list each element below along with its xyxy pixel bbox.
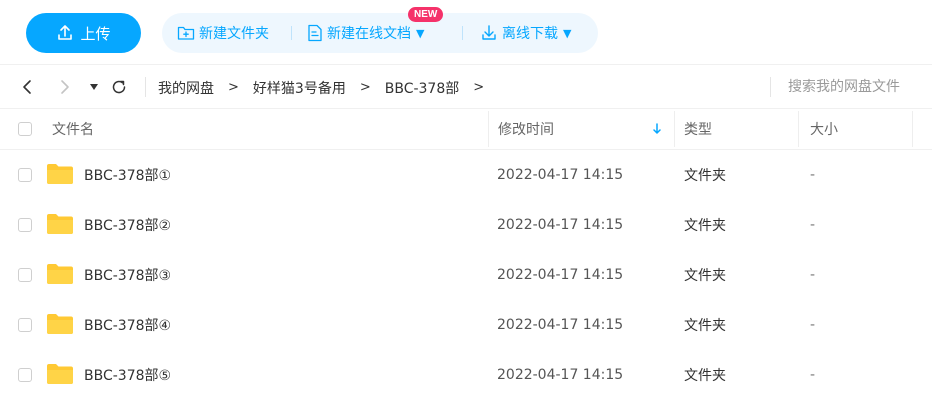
modified-time: 2022-04-17 14:15 — [497, 267, 624, 283]
select-all-checkbox[interactable] — [18, 122, 32, 136]
sort-button[interactable] — [652, 109, 662, 149]
breadcrumb-item[interactable]: 好样猫3号备用 — [253, 78, 346, 98]
file-name[interactable]: BBC-378部③ — [84, 250, 171, 300]
breadcrumb: 我的网盘 > 好样猫3号备用 > BBC-378部 > — [158, 65, 498, 110]
breadcrumb-item[interactable]: 我的网盘 — [158, 78, 214, 98]
caret-down-icon: ▼ — [563, 26, 572, 40]
table-row[interactable]: BBC-378部③ 2022-04-17 14:15 文件夹 - — [0, 250, 932, 300]
breadcrumb-separator-icon: > — [228, 80, 239, 95]
online-doc-icon — [308, 24, 322, 42]
row-checkbox[interactable] — [18, 318, 32, 332]
search-input[interactable] — [780, 73, 930, 101]
column-header-type[interactable]: 类型 — [684, 109, 712, 149]
toolbar-divider — [462, 26, 463, 40]
file-size: - — [810, 317, 816, 333]
column-header-modified[interactable]: 修改时间 — [498, 109, 554, 149]
column-header-name[interactable]: 文件名 — [52, 109, 94, 149]
new-folder-button[interactable]: 新建文件夹 — [177, 13, 269, 53]
table-row[interactable]: BBC-378部② 2022-04-17 14:15 文件夹 - — [0, 200, 932, 250]
column-divider — [488, 111, 489, 147]
table-row[interactable]: BBC-378部④ 2022-04-17 14:15 文件夹 - — [0, 300, 932, 350]
file-size: - — [810, 367, 816, 383]
modified-time: 2022-04-17 14:15 — [497, 367, 624, 383]
folder-icon — [47, 314, 73, 334]
navigation-bar: 我的网盘 > 好样猫3号备用 > BBC-378部 > — [0, 64, 932, 109]
file-size: - — [810, 167, 816, 183]
column-header-size[interactable]: 大小 — [810, 109, 838, 149]
breadcrumb-separator-icon: > — [359, 80, 371, 95]
file-name[interactable]: BBC-378部⑤ — [84, 350, 171, 400]
folder-icon — [47, 264, 73, 284]
folder-icon — [47, 164, 73, 184]
file-type: 文件夹 — [684, 218, 726, 234]
folder-icon — [47, 214, 73, 234]
forward-button[interactable] — [58, 76, 72, 98]
breadcrumb-separator-icon: > — [473, 80, 485, 95]
search-divider — [770, 77, 771, 97]
file-type: 文件夹 — [684, 368, 726, 384]
table-row[interactable]: BBC-378部⑤ 2022-04-17 14:15 文件夹 - — [0, 350, 932, 400]
folder-icon — [47, 364, 73, 384]
new-online-doc-button[interactable]: 新建在线文档 ▼ — [307, 13, 424, 53]
file-size: - — [810, 217, 816, 233]
upload-button[interactable]: 上传 — [26, 13, 141, 53]
back-button[interactable] — [20, 76, 34, 98]
refresh-button[interactable] — [110, 76, 128, 98]
row-checkbox[interactable] — [18, 268, 32, 282]
file-type: 文件夹 — [684, 318, 726, 334]
history-dropdown[interactable] — [88, 76, 100, 98]
column-divider — [912, 111, 913, 147]
table-header: 文件名 修改时间 类型 大小 — [0, 109, 932, 150]
sort-down-arrow-icon — [653, 123, 661, 134]
new-badge: NEW — [408, 7, 444, 22]
nav-divider — [145, 77, 146, 97]
offline-download-label: 离线下载 — [502, 26, 558, 42]
modified-time: 2022-04-17 14:15 — [497, 317, 624, 333]
modified-time: 2022-04-17 14:15 — [497, 167, 624, 183]
download-icon — [482, 25, 496, 40]
file-table: 文件名 修改时间 类型 大小 BBC-378部① 2022-04-17 14:1… — [0, 109, 932, 400]
chevron-right-icon — [61, 80, 69, 94]
toolbar-divider — [291, 26, 292, 40]
file-type: 文件夹 — [684, 168, 726, 184]
upload-label: 上传 — [80, 24, 111, 43]
chevron-left-icon — [23, 80, 31, 94]
action-group: 新建文件夹 新建在线文档 ▼ 离线下载 ▼ — [162, 13, 598, 53]
new-online-doc-label: 新建在线文档 — [327, 26, 411, 42]
upload-icon — [58, 25, 73, 40]
offline-download-button[interactable]: 离线下载 ▼ — [480, 13, 571, 53]
caret-down-icon: ▼ — [416, 26, 425, 40]
file-size: - — [810, 267, 816, 283]
toolbar: 上传 新建文件夹 新建在线文档 ▼ 离线下载 ▼ NEW — [0, 0, 932, 64]
row-checkbox[interactable] — [18, 168, 32, 182]
new-folder-icon — [177, 26, 195, 40]
column-divider — [674, 111, 675, 147]
file-name[interactable]: BBC-378部② — [84, 200, 171, 250]
row-checkbox[interactable] — [18, 368, 32, 382]
caret-down-icon — [90, 84, 98, 90]
table-row[interactable]: BBC-378部① 2022-04-17 14:15 文件夹 - — [0, 150, 932, 200]
breadcrumb-item[interactable]: BBC-378部 — [385, 78, 460, 98]
row-checkbox[interactable] — [18, 218, 32, 232]
file-name[interactable]: BBC-378部④ — [84, 300, 171, 350]
file-name[interactable]: BBC-378部① — [84, 150, 171, 200]
modified-time: 2022-04-17 14:15 — [497, 217, 624, 233]
refresh-icon — [112, 80, 126, 94]
file-type: 文件夹 — [684, 268, 726, 284]
new-folder-label: 新建文件夹 — [199, 26, 269, 42]
column-divider — [798, 111, 799, 147]
